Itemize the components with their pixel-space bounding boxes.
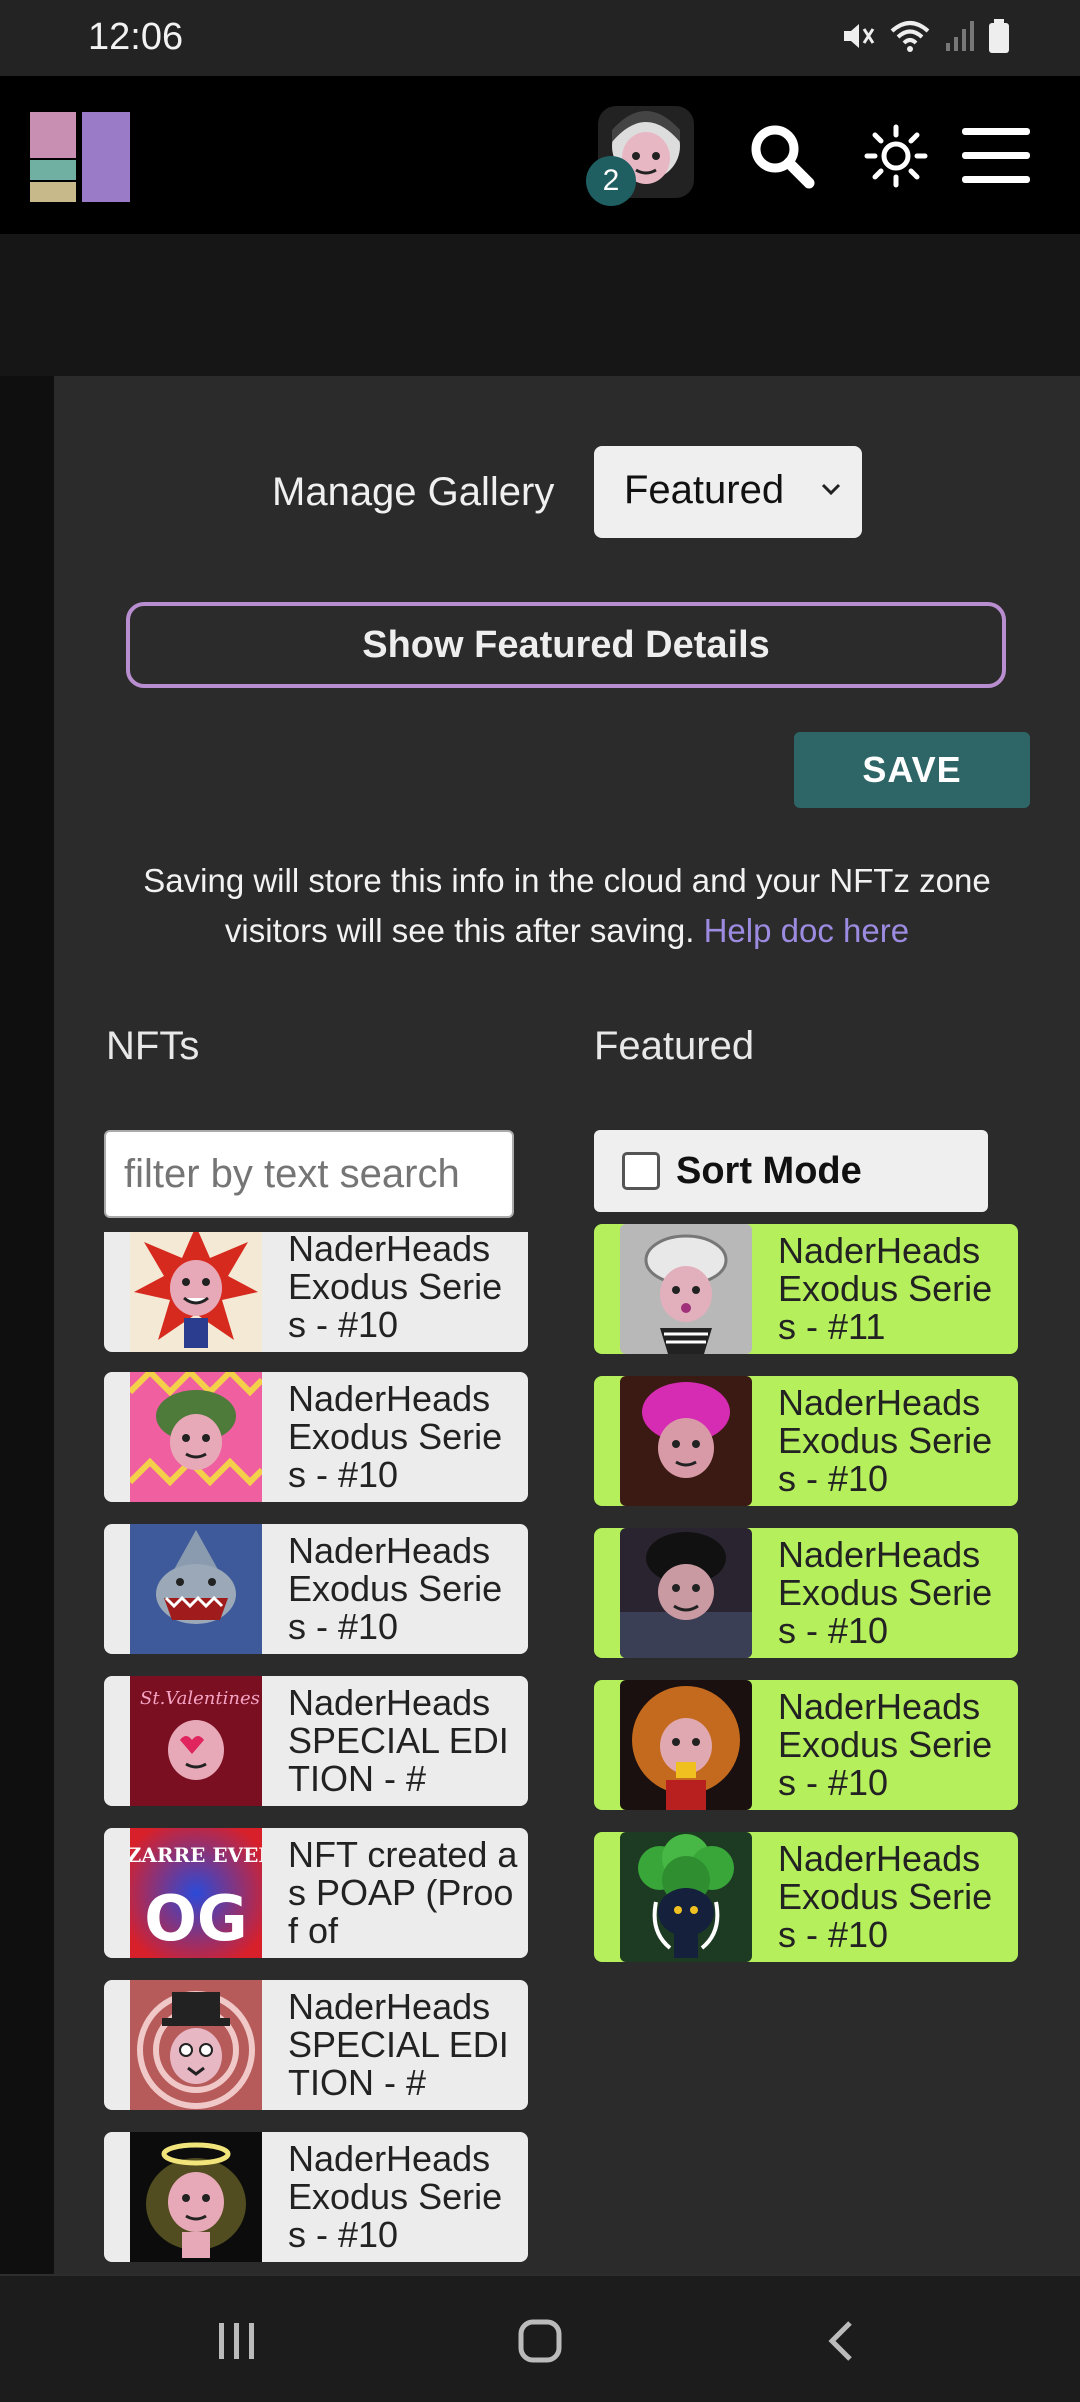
save-button[interactable]: SAVE — [794, 732, 1030, 808]
manage-gallery-panel: Manage Gallery Featured Show Featured De… — [54, 376, 1080, 2274]
nft-item-label: NaderHeads Exodus Series - #10 — [288, 1530, 503, 1647]
svg-text:St.Valentines: St.Valentines — [140, 1688, 260, 1709]
nft-thumbnail: St.Valentines — [130, 1676, 262, 1806]
featured-list-item[interactable]: NaderHeads Exodus Series - #10 — [594, 1832, 1018, 1962]
top-navbar: 2 — [0, 76, 1080, 234]
nft-list-item[interactable]: BIZARRE EVENT OG NFT created as POAP (Pr… — [104, 1828, 528, 1958]
left-gutter — [0, 376, 54, 2274]
nft-thumbnail — [130, 2132, 262, 2262]
mute-icon — [844, 24, 875, 48]
search-icon — [751, 125, 815, 189]
sun-icon — [864, 124, 928, 188]
wifi-icon — [890, 21, 930, 52]
notification-badge: 2 — [586, 156, 636, 206]
featured-list-item[interactable]: NaderHeads Exodus Series - #10 — [594, 1376, 1018, 1506]
back-icon — [828, 2321, 852, 2361]
nft-list-item[interactable]: NaderHeads Exodus Series - #10 — [104, 1524, 528, 1654]
home-icon — [518, 2319, 562, 2363]
recent-apps-icon — [219, 2323, 254, 2359]
nft-list-item[interactable]: NaderHeads SPECIAL EDITION - # — [104, 1980, 528, 2110]
nft-thumbnail — [130, 1232, 262, 1352]
nft-thumbnail: BIZARRE EVENT OG — [130, 1828, 262, 1958]
nft-item-label: NaderHeads SPECIAL EDITION - # — [288, 1986, 509, 2103]
filter-search-input[interactable] — [104, 1130, 514, 1218]
poap-thumb-og: OG — [144, 1882, 248, 1955]
site-logo[interactable] — [30, 112, 130, 204]
featured-thumbnail — [620, 1528, 752, 1658]
featured-item-label: NaderHeads Exodus Series - #10 — [778, 1838, 993, 1955]
featured-list-item[interactable]: NaderHeads Exodus Series - #10 — [594, 1680, 1018, 1810]
manage-gallery-row: Manage Gallery Featured — [54, 446, 1080, 538]
nft-thumbnail — [130, 1524, 262, 1654]
user-avatar-button[interactable]: 2 — [586, 106, 696, 206]
featured-thumbnail — [620, 1224, 752, 1354]
nfts-column-title: NFTs — [106, 1024, 200, 1068]
sort-mode-label: Sort Mode — [676, 1149, 862, 1192]
nft-item-label: NFT created as POAP (Proof of — [288, 1834, 518, 1951]
gallery-type-select[interactable]: Featured — [594, 446, 862, 538]
nft-list-item[interactable]: St.Valentines NaderHeads SPECIAL EDITION… — [104, 1676, 528, 1806]
status-time: 12:06 — [88, 16, 184, 58]
nft-item-label: NaderHeads Exodus Series - #10 — [288, 1378, 503, 1495]
manage-gallery-label: Manage Gallery — [272, 470, 555, 514]
featured-item-label: NaderHeads Exodus Series - #10 — [778, 1382, 993, 1499]
nft-list[interactable]: NaderHeads Exodus Series - #10 NaderHead… — [104, 1232, 528, 2274]
featured-thumbnail — [620, 1680, 752, 1810]
gallery-type-value: Featured — [624, 468, 785, 512]
help-doc-link[interactable]: Help doc here — [704, 912, 909, 949]
theme-toggle-button[interactable] — [856, 116, 936, 196]
nft-list-item[interactable]: NaderHeads Exodus Series - #10 — [104, 1232, 528, 1352]
featured-thumbnail — [620, 1376, 752, 1506]
nft-list-item[interactable]: NaderHeads Exodus Series - #10 — [104, 1372, 528, 1502]
featured-list-item[interactable]: NaderHeads Exodus Series - #11 — [594, 1224, 1018, 1354]
poap-thumb-title: BIZARRE EVENT — [130, 1843, 262, 1867]
nft-thumbnail — [130, 1980, 262, 2110]
sort-mode-toggle[interactable]: Sort Mode — [594, 1130, 988, 1212]
save-info-text: Saving will store this info in the cloud… — [94, 856, 1040, 956]
system-navigation-bar — [0, 2274, 1080, 2402]
home-button[interactable] — [500, 2306, 580, 2376]
nft-item-label: NaderHeads Exodus Series - #10 — [288, 2138, 503, 2255]
featured-list-item[interactable]: NaderHeads Exodus Series - #10 — [594, 1528, 1018, 1658]
battery-icon — [989, 19, 1009, 53]
back-button[interactable] — [802, 2306, 882, 2376]
nft-item-label: NaderHeads Exodus Series - #10 — [288, 1232, 503, 1345]
show-featured-details-button[interactable]: Show Featured Details — [126, 602, 1006, 688]
status-bar: 12:06 — [0, 0, 1080, 76]
featured-column-title: Featured — [594, 1024, 755, 1068]
sort-mode-checkbox[interactable] — [622, 1152, 660, 1190]
featured-item-label: NaderHeads Exodus Series - #11 — [778, 1230, 993, 1347]
nft-item-label: NaderHeads SPECIAL EDITION - # — [288, 1682, 509, 1799]
recent-apps-button[interactable] — [197, 2306, 277, 2376]
nft-list-item[interactable]: NaderHeads Exodus Series - #10 — [104, 2132, 528, 2262]
featured-thumbnail — [620, 1832, 752, 1962]
menu-button[interactable] — [956, 116, 1036, 196]
chevron-down-icon — [821, 483, 841, 496]
featured-item-label: NaderHeads Exodus Series - #10 — [778, 1534, 993, 1651]
featured-item-label: NaderHeads Exodus Series - #10 — [778, 1686, 993, 1803]
search-button[interactable] — [742, 116, 822, 196]
signal-icon — [946, 21, 974, 51]
nft-thumbnail — [130, 1372, 262, 1502]
hamburger-menu-icon — [962, 128, 1030, 183]
status-icons — [840, 18, 1010, 54]
